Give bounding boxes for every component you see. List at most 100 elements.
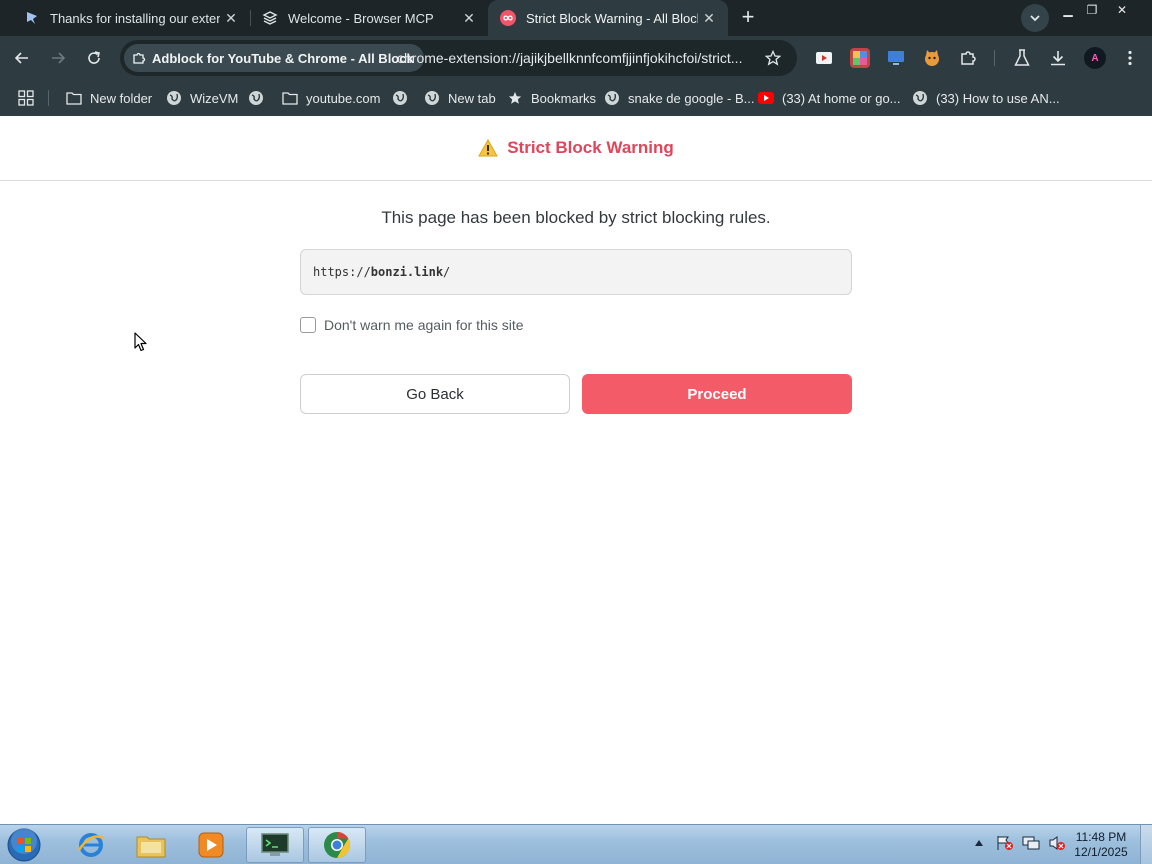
bookmark-new-folder[interactable]: New folder [66, 87, 152, 109]
windows-taskbar: 11:48 PM 12/1/2025 [0, 824, 1152, 864]
volume-muted-icon[interactable] [1048, 835, 1066, 851]
tab-thanks-installing[interactable]: Thanks for installing our extension ✕ [0, 0, 250, 36]
terminal-app-icon[interactable] [246, 827, 304, 863]
feather-icon [24, 10, 40, 26]
cat-extension-icon[interactable] [922, 48, 942, 68]
more-menu-icon[interactable] [1120, 48, 1140, 68]
globe-icon [424, 90, 440, 106]
bookmark-label: (33) How to use AN... [936, 90, 1060, 106]
bookmarks-divider [48, 90, 49, 106]
folder-icon [66, 90, 82, 106]
video-extension-icon[interactable] [814, 48, 834, 68]
tab-browser-mcp[interactable]: Welcome - Browser MCP ✕ [250, 0, 488, 36]
file-explorer-icon[interactable] [122, 827, 180, 863]
go-back-button[interactable]: Go Back [300, 374, 570, 414]
dont-warn-option[interactable]: Don't warn me again for this site [300, 316, 524, 334]
bookmark-untitled[interactable] [248, 87, 272, 109]
restore-icon[interactable]: ❐ [1080, 0, 1104, 20]
start-button-icon[interactable] [4, 826, 44, 864]
bookmark-wizevm[interactable]: WizeVM [166, 87, 238, 109]
bookmark-star-icon[interactable] [763, 48, 783, 68]
bookmark-untitled[interactable] [392, 87, 416, 109]
tab-title: Thanks for installing our extension [50, 10, 220, 26]
bookmark-label: youtube.com [306, 90, 381, 106]
bookmark-snake-google[interactable]: snake de google - B... [604, 87, 754, 109]
blocked-url-host: bonzi.link [370, 265, 444, 279]
warning-header: Strict Block Warning [0, 116, 1152, 181]
system-clock[interactable]: 11:48 PM 12/1/2025 [1066, 830, 1136, 860]
bookmark-youtube-folder[interactable]: youtube.com [282, 87, 380, 109]
window-controls: ▁ ❐ ✕ [1056, 0, 1140, 20]
forward-arrow-icon[interactable] [46, 46, 70, 70]
apps-grid-icon[interactable] [18, 87, 34, 109]
globe-icon [248, 90, 264, 106]
bookmarks-bar: New folder WizeVM youtube.com New tab Bo… [0, 80, 1152, 116]
action-center-flag-icon[interactable] [996, 835, 1014, 851]
toolbar-divider [994, 50, 995, 66]
bookmark-label: New folder [90, 90, 153, 106]
globe-icon [392, 90, 408, 106]
proceed-button[interactable]: Proceed [582, 374, 852, 414]
colorful-extension-icon[interactable] [850, 48, 870, 68]
monitor-extension-icon[interactable] [886, 48, 906, 68]
tab-close-icon[interactable]: ✕ [698, 7, 720, 29]
browser-toolbar: Adblock for YouTube & Chrome - All Block… [0, 36, 1152, 80]
dont-warn-checkbox[interactable] [300, 317, 316, 333]
download-icon[interactable] [1048, 48, 1068, 68]
url-text: chrome-extension://jajikjbellknnfcomfjji… [397, 50, 743, 66]
extensions-puzzle-icon[interactable] [958, 48, 978, 68]
new-tab-icon[interactable]: + [736, 6, 760, 30]
bookmark-label: Bookmarks [531, 90, 597, 106]
bookmark-how-to-use[interactable]: (33) How to use AN... [912, 87, 1060, 109]
bookmark-bookmarks[interactable]: Bookmarks [507, 87, 596, 109]
page-title-text: Strict Block Warning [507, 138, 674, 157]
globe-icon [166, 90, 182, 106]
tab-search-chevron-icon[interactable] [1021, 4, 1049, 32]
tab-title: Strict Block Warning - All Block [526, 10, 698, 26]
infinity-icon [500, 10, 516, 26]
tab-title: Welcome - Browser MCP [288, 10, 434, 26]
tab-close-icon[interactable]: ✕ [220, 7, 242, 29]
folder-icon [282, 90, 298, 106]
profile-avatar[interactable]: A [1084, 47, 1106, 69]
stack-icon [262, 10, 278, 26]
chrome-app-icon[interactable] [308, 827, 366, 863]
mouse-cursor-icon [134, 332, 148, 357]
tray-expand-icon[interactable] [972, 840, 986, 846]
puzzle-piece-icon [132, 51, 146, 65]
system-tray [972, 835, 1066, 851]
blocked-url: https://bonzi.link / [300, 249, 852, 295]
close-window-icon[interactable]: ✕ [1104, 0, 1140, 20]
tab-close-icon[interactable]: ✕ [458, 7, 480, 29]
bookmark-youtube-video-1[interactable]: (33) At home or go... [758, 87, 901, 109]
show-desktop-button[interactable] [1140, 825, 1152, 864]
address-bar[interactable]: Adblock for YouTube & Chrome - All Block… [120, 40, 797, 76]
bookmark-label: (33) At home or go... [782, 90, 901, 106]
tab-strip: Thanks for installing our extension ✕ We… [0, 0, 1152, 36]
internet-explorer-icon[interactable] [62, 827, 120, 863]
clock-time: 11:48 PM [1075, 830, 1127, 844]
network-icon[interactable] [1022, 835, 1040, 851]
bookmark-new-tab[interactable]: New tab [424, 87, 496, 109]
site-chip-label: Adblock for YouTube & Chrome - All Block [152, 50, 414, 66]
bookmark-label: New tab [448, 90, 496, 106]
globe-icon [604, 90, 620, 106]
warning-triangle-icon [478, 139, 499, 157]
site-info-chip[interactable]: Adblock for YouTube & Chrome - All Block [124, 44, 424, 72]
bookmark-label: snake de google - B... [628, 90, 755, 106]
blocked-message: This page has been blocked by strict blo… [381, 208, 771, 227]
blocked-url-prefix: https:// [313, 265, 371, 279]
page-title: Strict Block Warning [478, 138, 674, 158]
youtube-icon [758, 90, 774, 106]
minimize-icon[interactable]: ▁ [1056, 0, 1080, 20]
media-player-icon[interactable] [182, 827, 240, 863]
tab-strict-block-warning[interactable]: Strict Block Warning - All Block ✕ [488, 0, 728, 36]
bookmark-label: WizeVM [190, 90, 239, 106]
globe-icon [912, 90, 928, 106]
reload-icon[interactable] [82, 46, 106, 70]
dont-warn-label: Don't warn me again for this site [324, 317, 524, 333]
back-arrow-icon[interactable] [10, 46, 34, 70]
page-content: Strict Block Warning This page has been … [0, 116, 1152, 824]
star-icon [507, 90, 523, 106]
labs-flask-icon[interactable] [1012, 48, 1032, 68]
